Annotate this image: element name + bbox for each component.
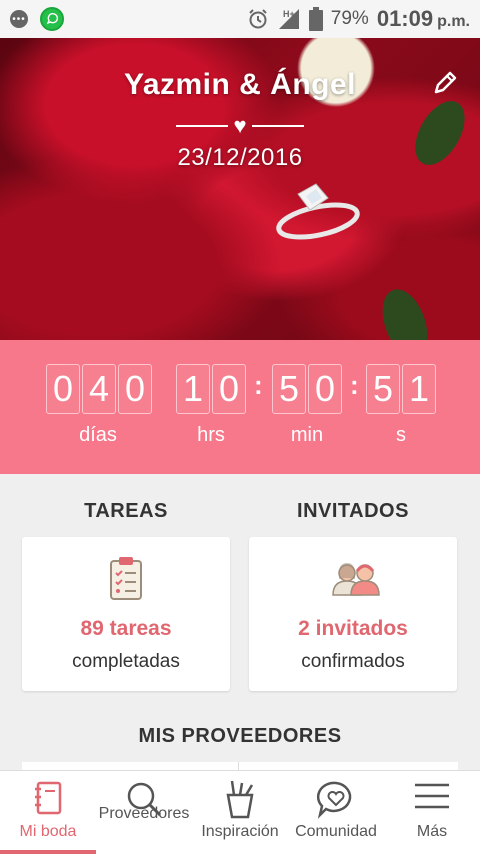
nav-label: Más xyxy=(416,823,448,840)
pencil-cup-icon xyxy=(226,780,254,819)
countdown-days: 0 4 0 xyxy=(46,364,152,414)
leaf-decoration xyxy=(374,283,436,340)
countdown-panel: 0 4 0 1 0 : 5 0 : 5 1 días hrs min s xyxy=(0,340,480,474)
nav-label: Inspiración xyxy=(201,823,279,840)
nav-mi-boda[interactable]: Mi boda xyxy=(0,771,96,854)
heart-icon: ♥ xyxy=(233,113,247,138)
label-hours: hrs xyxy=(197,424,225,446)
label-days: días xyxy=(79,424,117,446)
countdown-digit: 0 xyxy=(118,364,152,414)
nav-inspiracion[interactable]: Inspiración xyxy=(192,771,288,854)
countdown-digit: 0 xyxy=(308,364,342,414)
nav-label: Proveedores xyxy=(98,805,190,822)
countdown-digit: 5 xyxy=(366,364,400,414)
heart-divider: ♥ xyxy=(176,113,304,138)
countdown-digit: 1 xyxy=(176,364,210,414)
nav-label: Comunidad xyxy=(295,823,377,840)
nav-comunidad[interactable]: Comunidad xyxy=(288,771,384,854)
label-seconds: s xyxy=(396,424,406,446)
wedding-date: 23/12/2016 xyxy=(177,144,303,171)
hero-banner: Yazmin & Ángel ♥ 23/12/2016 xyxy=(0,38,480,340)
clock-time: 01:09 p.m. xyxy=(376,6,470,31)
status-bar: ••• H+ 79% 01:09 p.m. xyxy=(0,0,480,38)
nav-mas[interactable]: Más xyxy=(384,771,480,854)
menu-icon xyxy=(415,783,449,809)
nav-label: Mi boda xyxy=(19,823,77,840)
tasks-heading: TAREAS xyxy=(84,500,168,522)
guests-heading: INVITADOS xyxy=(297,500,409,522)
countdown-colon: : xyxy=(350,370,359,400)
ring-image xyxy=(268,176,368,246)
guests-card[interactable]: 2 invitados confirmados xyxy=(249,537,457,691)
countdown-digit: 5 xyxy=(272,364,306,414)
tasks-count: 89 tareas xyxy=(80,617,172,640)
countdown-digit: 0 xyxy=(212,364,246,414)
tasks-status: completadas xyxy=(72,651,180,672)
countdown-digit: 1 xyxy=(402,364,436,414)
edit-icon[interactable] xyxy=(430,68,460,98)
svg-text:H+: H+ xyxy=(283,9,295,19)
notebook-icon xyxy=(35,781,62,815)
signal-icon: H+ xyxy=(277,7,301,31)
messenger-notification-icon: ••• xyxy=(10,10,28,28)
countdown-hours: 1 0 xyxy=(176,364,246,414)
battery-icon xyxy=(308,7,323,31)
alarm-icon xyxy=(247,8,269,30)
countdown-digit: 4 xyxy=(82,364,116,414)
countdown-digit: 0 xyxy=(46,364,80,414)
couple-names: Yazmin & Ángel xyxy=(123,68,357,101)
tasks-card[interactable]: 89 tareas completadas xyxy=(22,537,230,691)
bottom-navigation: Mi boda Proveedores Inspiración Comunida… xyxy=(0,770,480,854)
heart-chat-icon xyxy=(316,781,352,819)
providers-heading: MIS PROVEEDORES xyxy=(138,725,342,747)
guests-couple-icon xyxy=(329,553,380,601)
clipboard-checklist-icon xyxy=(102,553,150,601)
battery-percent: 79% xyxy=(330,8,369,29)
label-minutes: min xyxy=(290,424,324,446)
countdown-colon: : xyxy=(254,370,263,400)
countdown-seconds: 5 1 xyxy=(366,364,436,414)
whatsapp-notification-icon xyxy=(40,7,64,31)
guests-status: confirmados xyxy=(301,651,405,672)
guests-count: 2 invitados xyxy=(298,617,408,640)
nav-proveedores[interactable]: Proveedores xyxy=(96,771,192,854)
countdown-minutes: 5 0 xyxy=(272,364,342,414)
